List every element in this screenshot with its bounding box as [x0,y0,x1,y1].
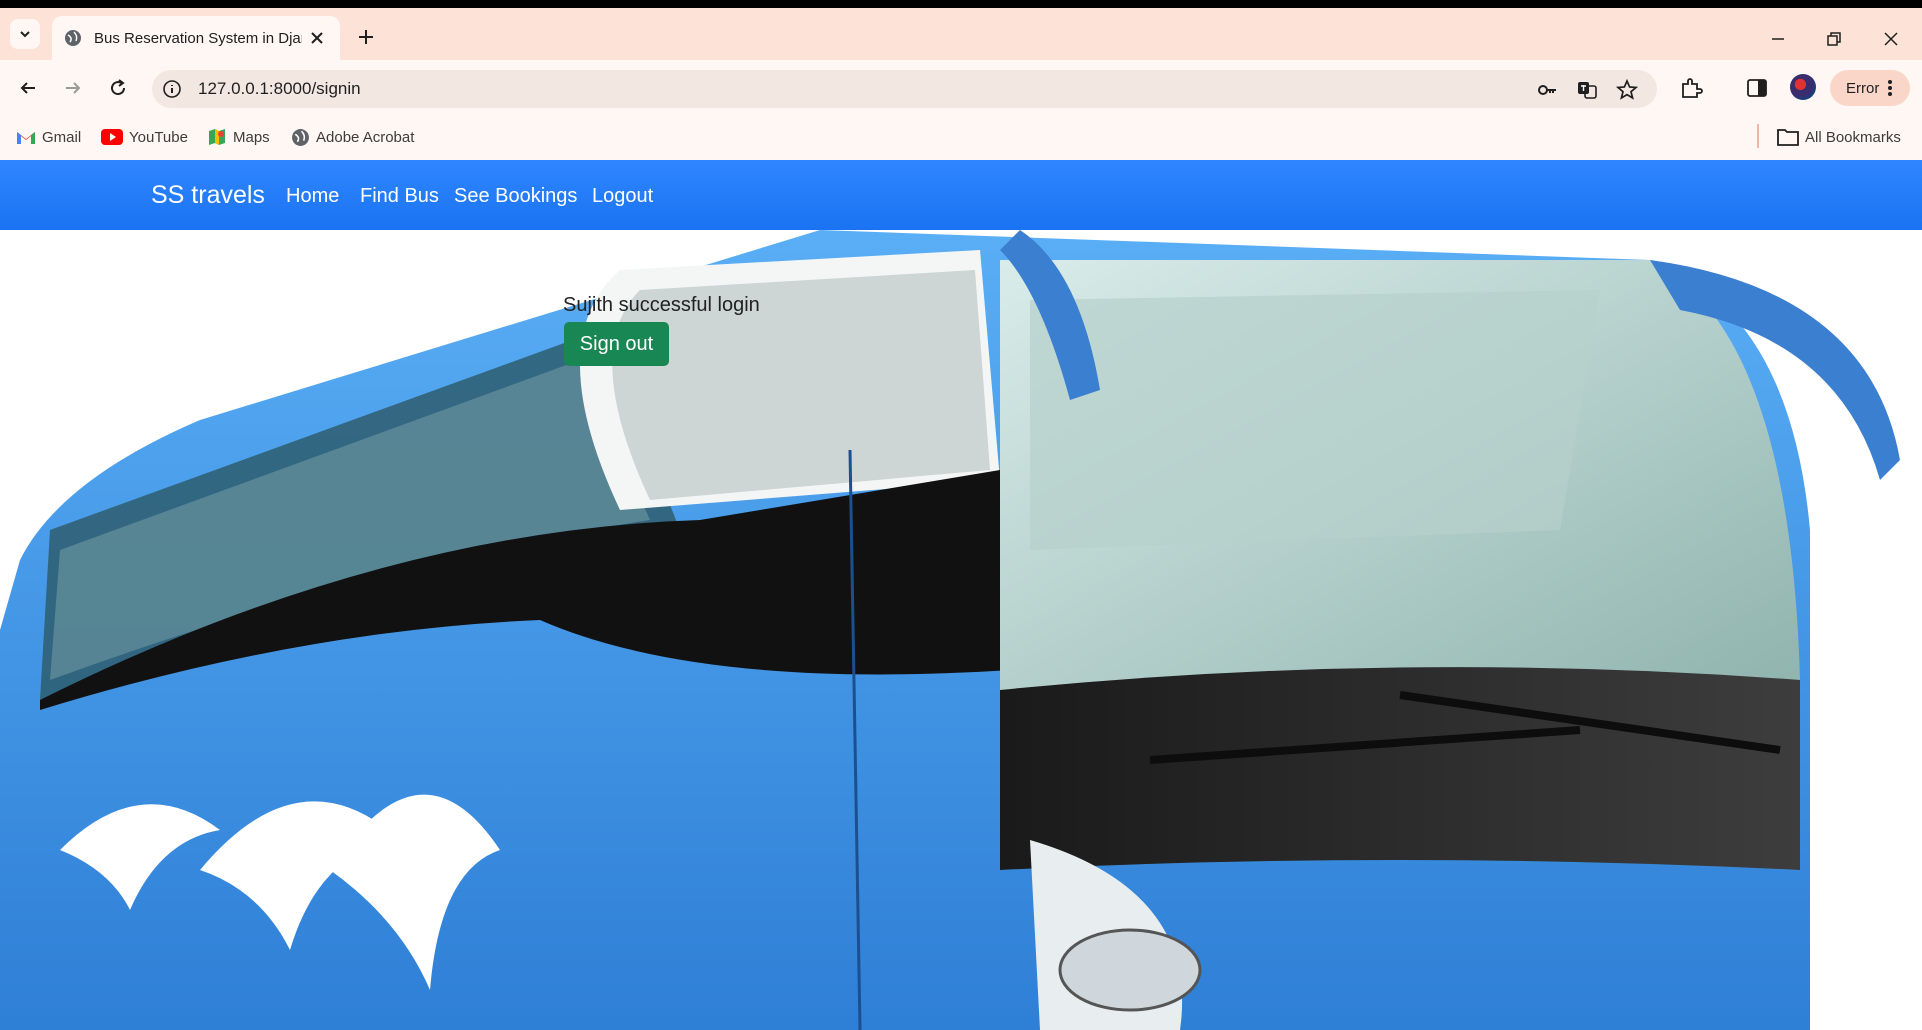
page-viewport: SS travels Home Find Bus See Bookings Lo… [0,160,1922,1030]
reload-icon [111,79,126,96]
bus-background-image [0,230,1900,1030]
more-menu-icon[interactable] [1887,78,1893,98]
bookmarks-bar: Gmail YouTube Maps Adobe Acrobat All Boo… [0,116,1922,160]
nav-home[interactable]: Home [286,185,339,208]
bookmark-label: Gmail [42,128,82,146]
window-top-edge [0,0,1922,8]
minimize-button[interactable] [1763,24,1793,54]
bookmark-adobe-acrobat[interactable]: Adobe Acrobat [291,124,414,150]
profile-avatar[interactable] [1790,74,1816,100]
bookmark-label: Maps [233,128,270,146]
back-arrow-icon [20,82,35,94]
site-brand[interactable]: SS travels [151,181,265,210]
restore-button[interactable] [1819,24,1849,54]
new-tab-icon[interactable] [354,25,378,49]
bookmark-label: Adobe Acrobat [316,128,415,146]
bookmark-label: YouTube [129,128,188,146]
globe-icon [292,128,309,146]
sign-out-button[interactable]: Sign out [564,322,669,366]
password-key-icon[interactable] [1536,79,1558,101]
bookmarks-divider [1757,124,1759,148]
minimize-icon [1772,38,1784,40]
translate-icon[interactable] [1576,79,1598,101]
forward-arrow-icon [66,82,81,94]
close-window-button[interactable] [1876,24,1906,54]
close-icon [1884,32,1898,46]
forward-button[interactable] [59,74,87,102]
bookmark-gmail[interactable]: Gmail [16,124,81,150]
close-tab-icon[interactable] [308,29,326,47]
tab-search-button[interactable] [10,19,40,49]
restore-icon [1827,32,1841,46]
extensions-button[interactable] [1678,75,1704,101]
nav-see-bookings[interactable]: See Bookings [454,185,577,208]
all-bookmarks-label: All Bookmarks [1805,128,1901,146]
puzzle-icon [1682,78,1703,98]
site-navbar: SS travels Home Find Bus See Bookings Lo… [0,160,1922,230]
bookmark-youtube[interactable]: YouTube [101,124,188,150]
address-bar[interactable]: 127.0.0.1:8000/signin [152,70,1657,108]
login-success-message: Sujith successful login [563,294,760,316]
bookmark-star-icon[interactable] [1616,79,1638,101]
site-info-icon[interactable] [162,79,182,99]
bookmark-maps[interactable]: Maps [207,124,270,150]
tab-title: Bus Reservation System in Djang [94,29,302,47]
globe-icon [65,30,81,46]
url-text[interactable]: 127.0.0.1:8000/signin [198,79,361,99]
profile-error-label: Error [1846,79,1880,97]
side-panel-icon [1747,79,1767,97]
nav-find-bus[interactable]: Find Bus [360,185,439,208]
nav-logout[interactable]: Logout [592,185,653,208]
gmail-icon [17,132,35,144]
side-panel-button[interactable] [1744,75,1770,101]
youtube-icon [101,129,123,145]
folder-icon [1777,129,1799,146]
all-bookmarks-button[interactable]: All Bookmarks [1777,124,1901,150]
reload-button[interactable] [104,74,132,102]
profile-error-button[interactable]: Error [1830,70,1910,106]
browser-toolbar: 127.0.0.1:8000/signin Error [0,60,1922,116]
browser-tab[interactable]: Bus Reservation System in Djang [52,16,340,60]
tab-strip: Bus Reservation System in Djang [0,8,1922,60]
chevron-down-icon [20,31,30,38]
maps-icon [209,129,225,145]
back-button[interactable] [14,74,42,102]
